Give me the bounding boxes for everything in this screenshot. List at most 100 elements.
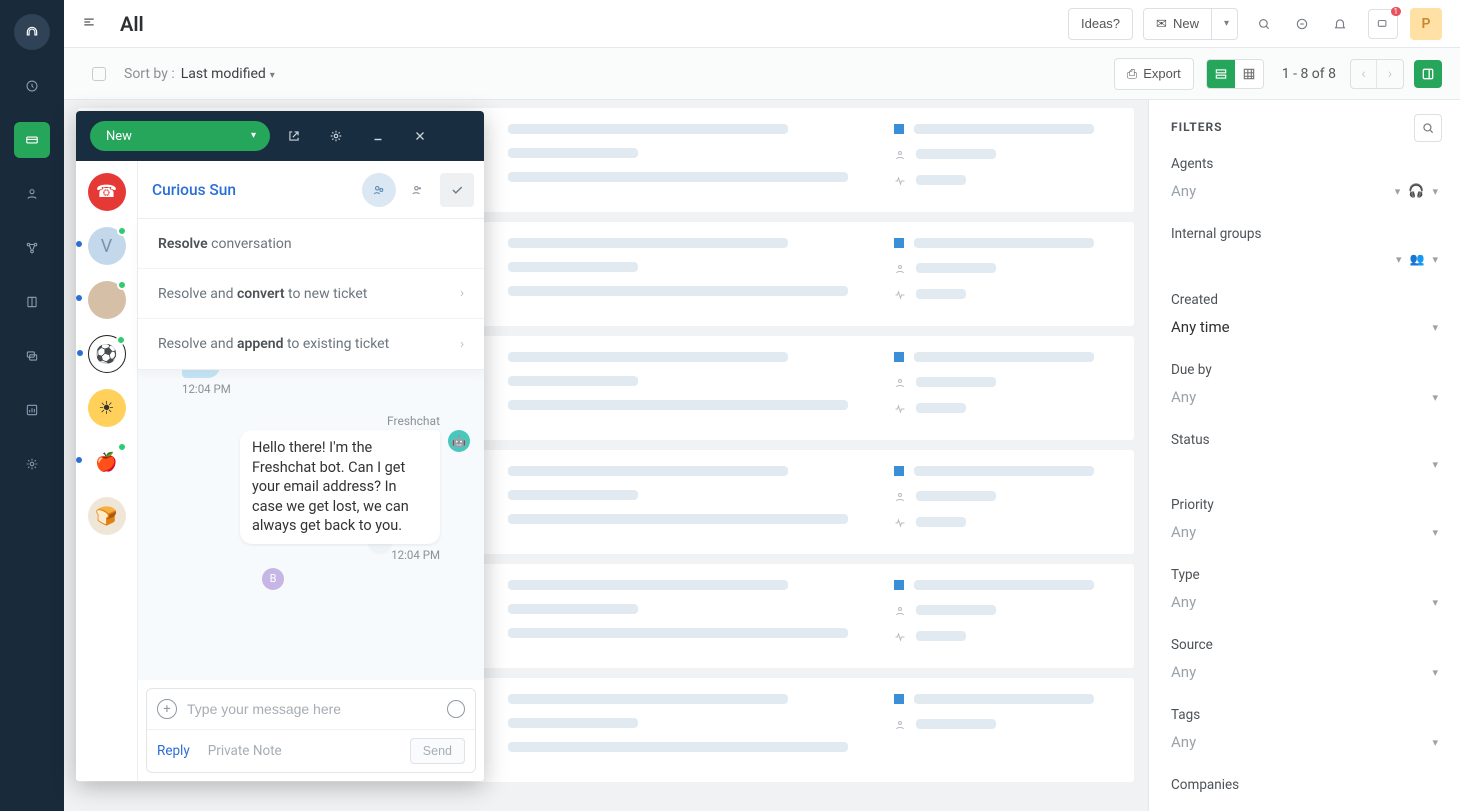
nav-rail [0, 0, 64, 811]
filter-type-label: Type [1171, 567, 1438, 583]
chat-header: New [76, 111, 484, 161]
filter-tags-label: Tags [1171, 707, 1438, 723]
nav-tickets[interactable] [14, 122, 50, 158]
mail-icon: ✉ [1156, 16, 1167, 32]
filter-status-select[interactable]: ▾ [1171, 454, 1438, 475]
top-bar: All Ideas? ✉ New ▾ 1 P [64, 0, 1460, 48]
pager-next[interactable]: › [1377, 60, 1403, 88]
chevron-right-icon: › [460, 286, 464, 301]
conversation-avatar[interactable]: ☎ [88, 173, 126, 211]
conversation-avatar[interactable]: ☀ [88, 389, 126, 427]
attachment-add-icon[interactable]: + [157, 699, 177, 719]
contact-name-link[interactable]: Curious Sun [152, 181, 358, 199]
nav-forums[interactable] [14, 338, 50, 374]
nav-reports[interactable] [14, 392, 50, 428]
search-icon[interactable] [1254, 14, 1274, 34]
filter-type-select[interactable]: Any▾ [1171, 589, 1438, 615]
private-note-tab[interactable]: Private Note [208, 743, 282, 759]
conversation-avatar[interactable] [88, 281, 126, 319]
chat-icon[interactable] [1292, 14, 1312, 34]
menu-toggle-icon[interactable] [82, 15, 106, 33]
message-input[interactable] [187, 701, 437, 717]
nav-dashboard[interactable] [14, 68, 50, 104]
resolve-conversation-option[interactable]: Resolve conversation [138, 219, 484, 269]
page-title: All [120, 12, 144, 36]
chevron-right-icon: › [460, 337, 464, 352]
view-table-toggle[interactable] [1235, 60, 1263, 88]
message-timestamp: 12:04 PM [152, 548, 440, 562]
resolve-convert-option[interactable]: Resolve and convert to new ticket › [138, 269, 484, 319]
list-toolbar: Sort by : Last modified ▾ ⎙ Export 1 - 8 … [64, 48, 1460, 100]
people-icon: 👥 [1410, 252, 1425, 266]
user-icon [894, 148, 906, 160]
sort-value-text: Last modified [181, 66, 266, 82]
conversation-avatar[interactable]: ⚽ [88, 335, 126, 373]
headphones-icon: 🎧 [1408, 184, 1424, 199]
pager-prev[interactable]: ‹ [1351, 60, 1377, 88]
filters-title: FILTERS [1171, 120, 1438, 134]
resolve-menu: Resolve conversation Resolve and convert… [138, 219, 484, 370]
conversation-avatar[interactable]: 🍎 [88, 443, 126, 481]
typing-avatar: B [262, 568, 284, 590]
select-all-checkbox[interactable] [92, 67, 106, 81]
export-icon: ⎙ [1127, 66, 1137, 82]
close-icon[interactable] [402, 118, 438, 154]
bot-avatar: 🤖 [448, 430, 470, 452]
chevron-down-icon: ▾ [270, 70, 275, 81]
conversation-status-dropdown[interactable]: New [90, 121, 270, 151]
export-button[interactable]: ⎙ Export [1114, 58, 1194, 90]
filter-groups-select[interactable]: ▾👥▾ [1171, 248, 1438, 270]
minimize-icon[interactable] [360, 118, 396, 154]
filter-agents-select[interactable]: Any▾🎧▾ [1171, 178, 1438, 204]
page-indicator: 1 - 8 of 8 [1282, 66, 1336, 82]
ideas-button[interactable]: Ideas? [1068, 8, 1133, 40]
filter-priority-select[interactable]: Any▾ [1171, 519, 1438, 545]
nav-contacts[interactable] [14, 176, 50, 212]
profile-avatar[interactable]: P [1410, 8, 1442, 40]
priority-indicator-icon [894, 124, 904, 134]
view-card-toggle[interactable] [1207, 60, 1235, 88]
filter-agents-label: Agents [1171, 156, 1438, 172]
filter-tags-select[interactable]: Any▾ [1171, 729, 1438, 755]
filter-priority-label: Priority [1171, 497, 1438, 513]
resolve-button[interactable] [440, 173, 474, 207]
conversation-avatar[interactable]: V [88, 227, 126, 265]
notification-icon[interactable] [1330, 14, 1350, 34]
filter-dueby-select[interactable]: Any▾ [1171, 384, 1438, 410]
sort-value[interactable]: Last modified ▾ [181, 66, 275, 82]
nav-solutions[interactable] [14, 284, 50, 320]
filter-created-select[interactable]: Any time▾ [1171, 314, 1438, 340]
sort-label: Sort by : [124, 66, 175, 82]
filter-source-label: Source [1171, 637, 1438, 653]
emoji-icon[interactable] [447, 700, 465, 718]
nav-social[interactable] [14, 230, 50, 266]
message-composer: + Reply Private Note Send [146, 688, 476, 773]
top-icons: 1 [1254, 9, 1398, 39]
filters-panel-toggle[interactable] [1414, 60, 1442, 88]
gear-icon[interactable] [318, 118, 354, 154]
new-button[interactable]: ✉ New [1143, 8, 1212, 40]
conversation-header: Curious Sun [138, 161, 484, 219]
reply-tab[interactable]: Reply [157, 743, 190, 759]
message-bubble: Hello there! I'm the Freshchat bot. Can … [240, 430, 440, 544]
open-in-new-icon[interactable] [276, 118, 312, 154]
filter-companies-label: Companies [1171, 777, 1438, 793]
filters-panel: FILTERS Agents Any▾🎧▾ Internal groups ▾👥… [1148, 100, 1460, 811]
conversation-avatar[interactable]: 🍞 [88, 497, 126, 535]
new-dropdown-toggle[interactable]: ▾ [1212, 8, 1238, 40]
assign-agent-icon[interactable] [400, 173, 434, 207]
conversation-tabs: ☎ V ⚽ ☀ 🍎 🍞 [76, 161, 138, 781]
filter-search-icon[interactable] [1414, 114, 1442, 142]
freshconnect-icon[interactable]: 1 [1368, 9, 1398, 39]
export-label: Export [1143, 66, 1181, 81]
send-button[interactable]: Send [410, 738, 465, 764]
resolve-append-option[interactable]: Resolve and append to existing ticket › [138, 319, 484, 369]
conversation-main: Curious Sun Resolve conversation Resolve… [138, 161, 484, 781]
new-button-group: ✉ New ▾ [1143, 8, 1238, 40]
filter-dueby-label: Due by [1171, 362, 1438, 378]
filter-created-label: Created [1171, 292, 1438, 308]
pager: ‹ › [1350, 59, 1404, 89]
assign-group-icon[interactable] [362, 173, 396, 207]
nav-admin[interactable] [14, 446, 50, 482]
filter-source-select[interactable]: Any▾ [1171, 659, 1438, 685]
